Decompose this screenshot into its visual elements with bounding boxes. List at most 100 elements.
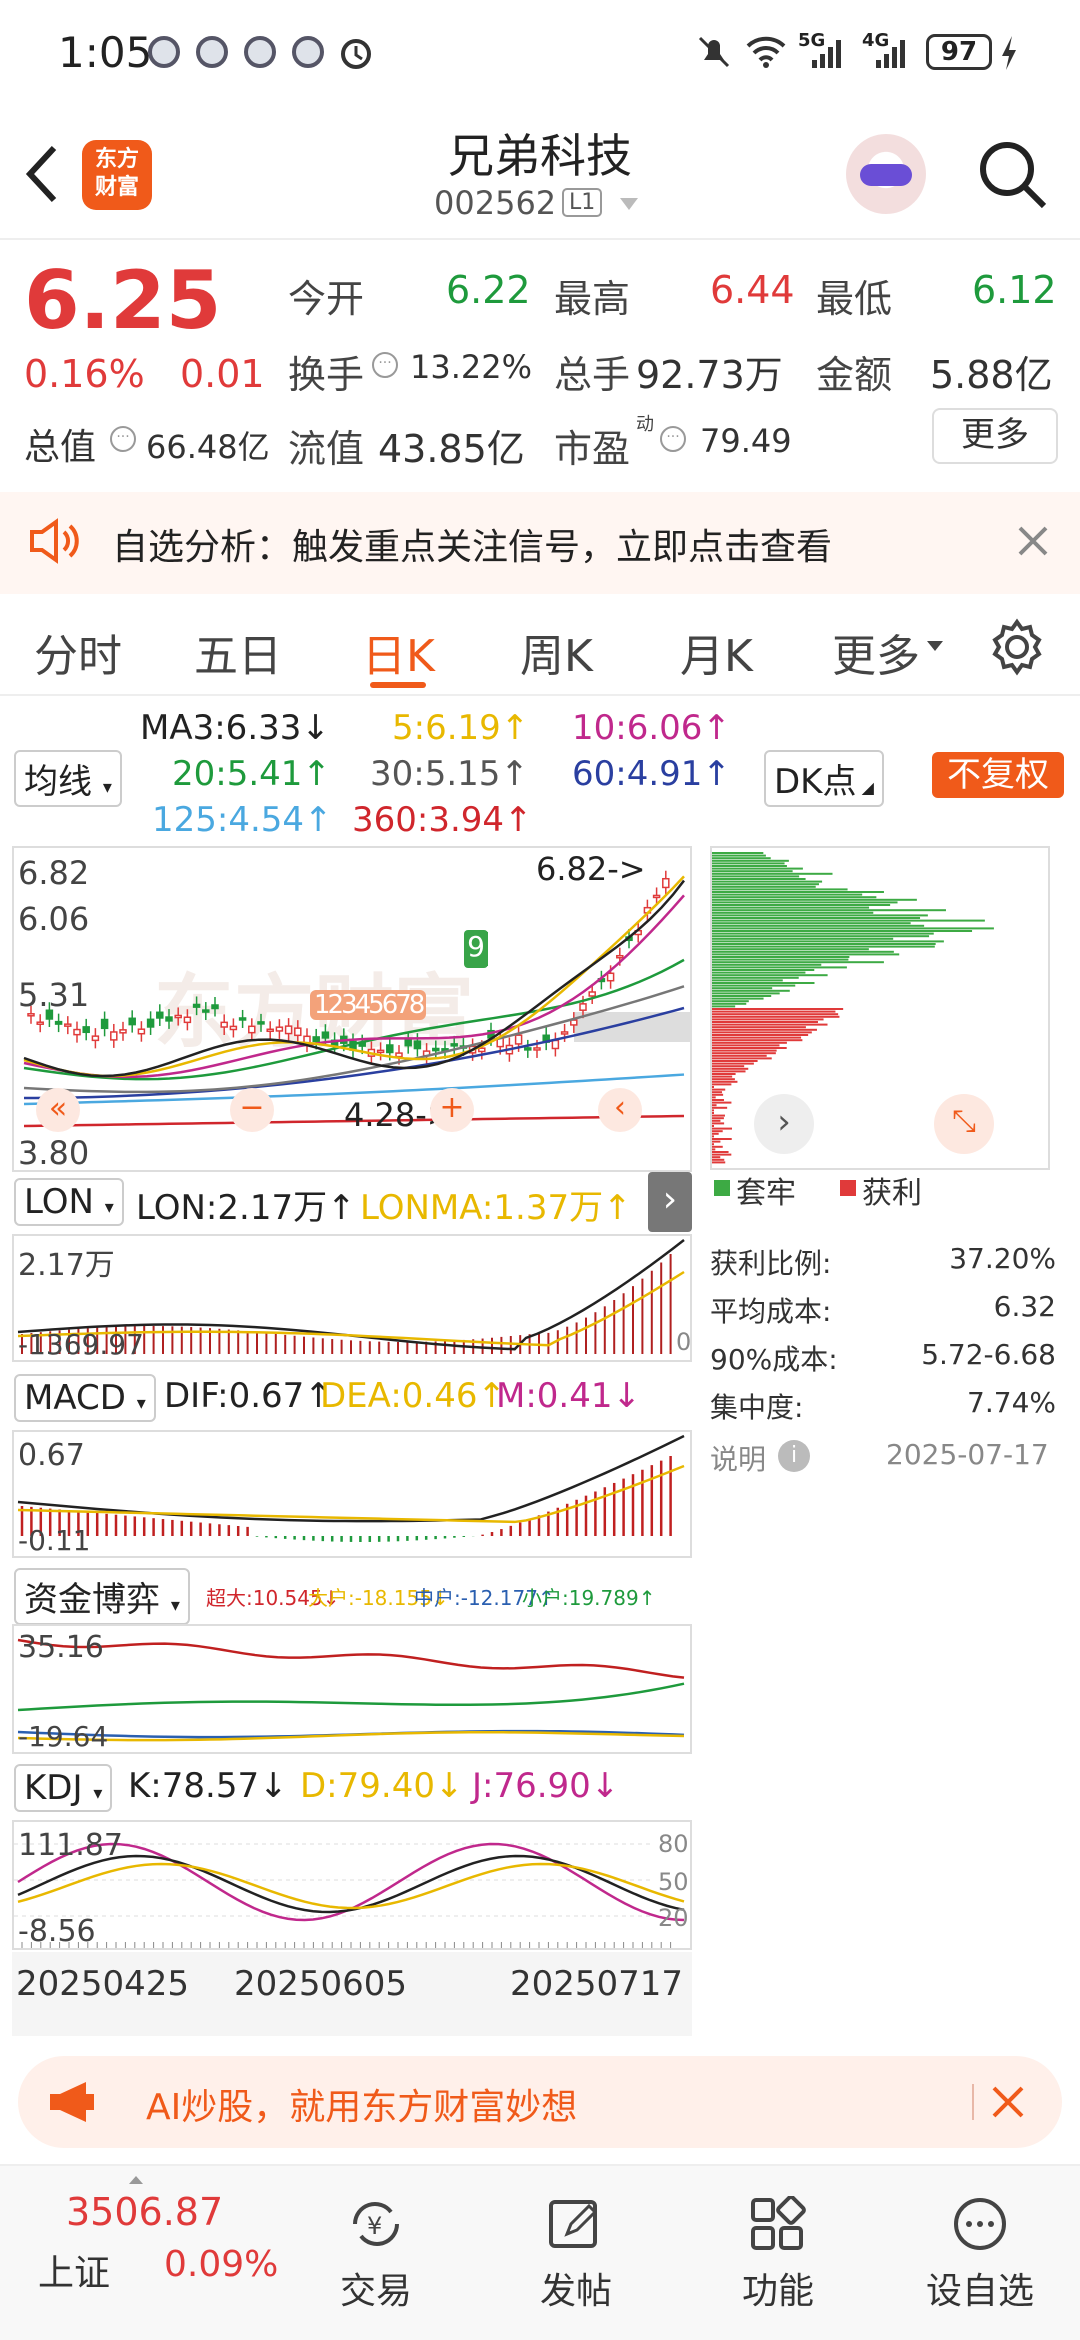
kdj-d: D:79.40↓ bbox=[300, 1766, 463, 1806]
low-label: 最低 bbox=[816, 268, 892, 323]
ai-robot-avatar-icon[interactable] bbox=[846, 134, 926, 214]
adjust-mode-button[interactable]: 不复权 bbox=[932, 752, 1064, 798]
macd-m: M:0.41↓ bbox=[496, 1376, 641, 1416]
chip-bar-trapped bbox=[712, 987, 772, 989]
sequence-nine-badge: 9 bbox=[464, 930, 488, 968]
macd-dea: DEA:0.46↑ bbox=[320, 1376, 506, 1416]
nav-add-watchlist[interactable]: 设自选 bbox=[910, 2176, 1050, 2314]
chip-bar-profit bbox=[712, 1112, 714, 1114]
tab-monthly-k[interactable]: 月K bbox=[680, 620, 753, 684]
chip-bar-profit bbox=[712, 1141, 720, 1143]
chip-bar-trapped bbox=[712, 982, 814, 984]
caret-up-icon[interactable] bbox=[128, 2170, 144, 2180]
zoom-out-icon[interactable]: − bbox=[230, 1088, 274, 1132]
chip-stat-label: 平均成本: bbox=[710, 1290, 831, 1330]
search-icon[interactable] bbox=[976, 138, 1050, 212]
lon-chart[interactable]: 2.17万 -1369.97 0 bbox=[12, 1234, 692, 1362]
nav-functions[interactable]: 功能 bbox=[708, 2176, 848, 2314]
date-axis: 20250425 20250605 20250717 bbox=[12, 1952, 692, 2036]
lonma-value: LONMA:1.37万↑ bbox=[360, 1180, 632, 1229]
kdj-chart[interactable]: 111.87 -8.56 80 50 20 bbox=[12, 1820, 692, 1950]
market-level-badge[interactable]: L1 bbox=[562, 188, 602, 217]
more-button[interactable]: 更多 bbox=[932, 408, 1058, 464]
candle-body bbox=[267, 1029, 273, 1031]
chip-bar-trapped bbox=[712, 896, 876, 898]
tab-more[interactable]: 更多 bbox=[832, 620, 920, 684]
indicator-selector-fund[interactable]: 资金博弈 ▾ bbox=[14, 1568, 190, 1625]
candle-body bbox=[322, 1032, 328, 1038]
lon-y-top: 2.17万 bbox=[18, 1240, 115, 1284]
chip-bar-profit bbox=[712, 1138, 732, 1140]
candle-body bbox=[203, 1010, 209, 1012]
candle-body bbox=[102, 1020, 108, 1029]
dk-point-button[interactable]: DK点 ◢ bbox=[764, 750, 884, 807]
indicator-selector-ma[interactable]: 均线 ▾ bbox=[14, 750, 122, 807]
turnover-value: 13.22% bbox=[410, 348, 532, 386]
candle-body bbox=[451, 1044, 457, 1046]
app-notification-icon bbox=[292, 36, 324, 68]
tab-daily-k[interactable]: 日K bbox=[362, 620, 435, 684]
info-icon[interactable]: i bbox=[778, 1440, 810, 1472]
high-marker: 6.82-> bbox=[536, 850, 646, 888]
indicator-selector-lon[interactable]: LON ▾ bbox=[14, 1178, 124, 1226]
zoom-in-icon[interactable]: + bbox=[430, 1088, 474, 1132]
chip-bar-trapped bbox=[712, 886, 816, 888]
fullscreen-icon[interactable]: ⤡ bbox=[934, 1094, 994, 1154]
scroll-right-icon[interactable]: ‹ bbox=[598, 1088, 642, 1132]
tab-weekly-k[interactable]: 周K bbox=[520, 620, 593, 684]
candle-body bbox=[387, 1045, 393, 1052]
chip-bar-profit bbox=[712, 1008, 843, 1010]
chip-stat-label: 90%成本: bbox=[710, 1338, 838, 1378]
megaphone-icon bbox=[46, 2080, 96, 2124]
info-dots-icon[interactable]: ··· bbox=[110, 426, 136, 452]
stock-code: 002562 bbox=[434, 184, 556, 222]
candle-body bbox=[221, 1022, 227, 1027]
close-icon[interactable] bbox=[1016, 524, 1050, 558]
kline-chart[interactable]: 东方财富 6.82 6.06 5.31 3.80 6.82-> 4.28-> 9… bbox=[12, 846, 692, 1172]
macd-legend: MACD ▾ DIF:0.67↑ DEA:0.46↑ M:0.41↓ bbox=[12, 1374, 692, 1426]
chip-bar-trapped bbox=[712, 875, 799, 877]
candle-body bbox=[276, 1027, 282, 1031]
chevron-down-icon[interactable] bbox=[618, 196, 640, 212]
index-name: 上证 bbox=[38, 2244, 110, 2296]
chip-bar-profit bbox=[712, 1143, 714, 1145]
indicator-selector-kdj[interactable]: KDJ ▾ bbox=[14, 1764, 112, 1812]
chip-bar-profit bbox=[712, 1099, 724, 1101]
grid-icon bbox=[747, 2196, 809, 2252]
candle-body bbox=[157, 1012, 163, 1018]
expand-right-icon[interactable]: › bbox=[754, 1094, 814, 1154]
indicator-selector-macd[interactable]: MACD ▾ bbox=[14, 1374, 156, 1422]
chip-distribution-chart[interactable]: › ⤡ bbox=[710, 846, 1050, 1170]
chip-bar-trapped bbox=[712, 959, 848, 961]
candle-body bbox=[249, 1026, 255, 1032]
close-icon[interactable] bbox=[990, 2084, 1026, 2120]
candle-body bbox=[534, 1048, 540, 1050]
chip-bar-trapped bbox=[712, 956, 849, 958]
chip-bar-profit bbox=[712, 1024, 828, 1026]
tab-five-day[interactable]: 五日 bbox=[194, 620, 282, 684]
chip-bar-trapped bbox=[712, 857, 771, 859]
candle-body bbox=[617, 956, 623, 958]
more-dots-icon bbox=[949, 2196, 1011, 2252]
ai-promo-banner[interactable]: AI炒股，就用东方财富妙想 bbox=[18, 2056, 1062, 2148]
chip-bar-trapped bbox=[712, 969, 814, 971]
chip-bar-profit bbox=[712, 1057, 772, 1059]
tab-intraday[interactable]: 分时 bbox=[34, 620, 122, 684]
notice-bar[interactable]: 自选分析：触发重点关注信号，立即点击查看 bbox=[0, 492, 1080, 594]
gear-icon[interactable] bbox=[988, 618, 1046, 676]
chip-bar-trapped bbox=[712, 883, 819, 885]
nav-trade[interactable]: ¥ 交易 bbox=[306, 2176, 446, 2314]
info-dots-icon[interactable]: ··· bbox=[660, 426, 686, 452]
candle-body bbox=[148, 1019, 154, 1027]
index-value[interactable]: 3506.87 bbox=[66, 2190, 223, 2234]
legend-swatch-trapped bbox=[714, 1180, 730, 1196]
chip-bar-trapped bbox=[712, 946, 935, 948]
note-label[interactable]: 说明 bbox=[710, 1438, 766, 1478]
nav-post[interactable]: 发帖 bbox=[506, 2176, 646, 2314]
scroll-left-icon[interactable]: « bbox=[36, 1088, 80, 1132]
lon-y-bottom: -1369.97 bbox=[18, 1328, 144, 1361]
info-dots-icon[interactable]: ··· bbox=[372, 352, 398, 378]
chip-bar-trapped bbox=[712, 922, 911, 924]
fund-chart[interactable]: 35.16 -19.64 bbox=[12, 1624, 692, 1754]
macd-chart[interactable]: 0.67 -0.11 bbox=[12, 1430, 692, 1558]
